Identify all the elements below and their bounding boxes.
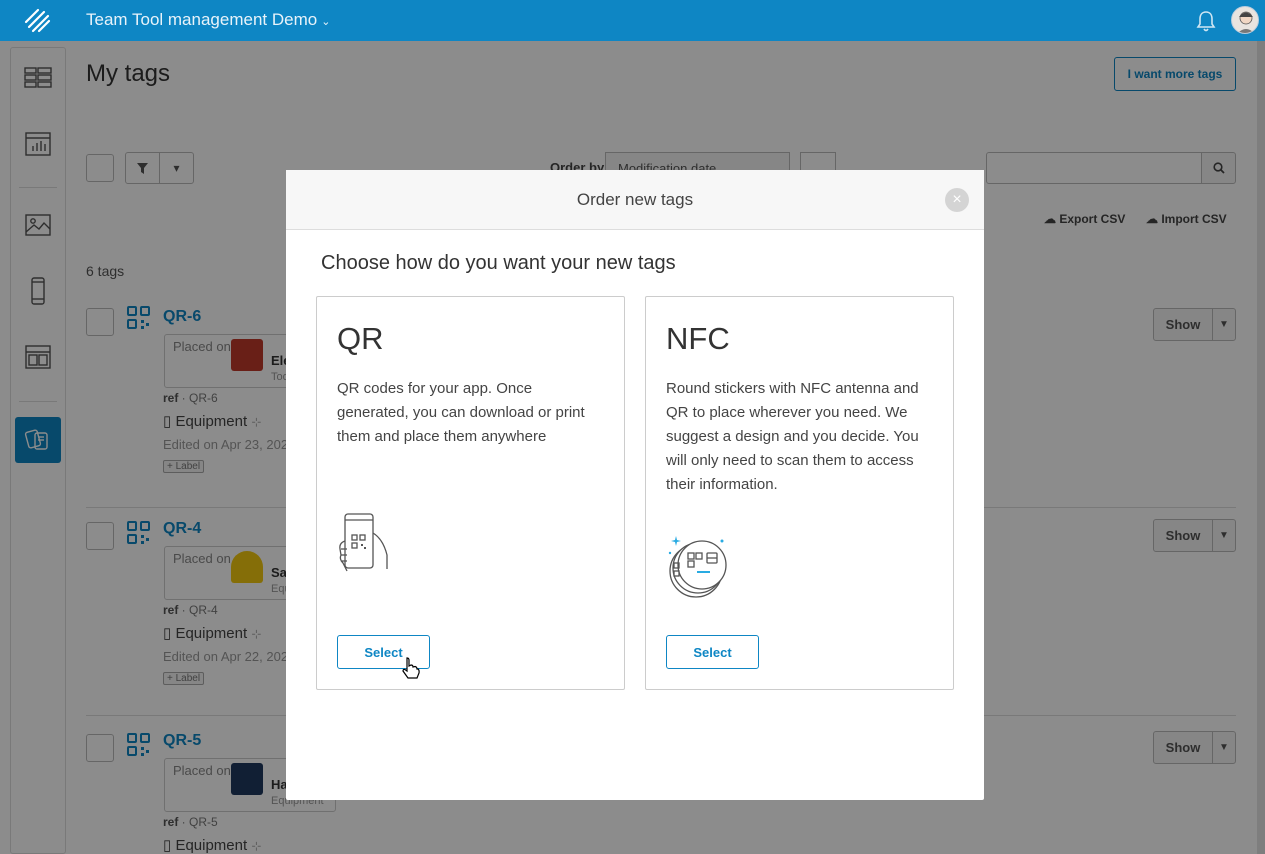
modal-header: Order new tags × bbox=[286, 170, 984, 230]
close-icon[interactable]: × bbox=[945, 188, 969, 212]
option-description: Round stickers with NFC antenna and QR t… bbox=[666, 380, 919, 493]
chevron-down-icon: ⌄ bbox=[321, 16, 331, 28]
order-tags-modal: Order new tags × Choose how do you want … bbox=[286, 170, 984, 800]
option-description: QR codes for your app. Once generated, y… bbox=[337, 380, 585, 445]
nfc-stickers-icon bbox=[668, 536, 727, 598]
user-avatar[interactable] bbox=[1231, 6, 1259, 34]
app-logo-icon[interactable] bbox=[22, 4, 52, 34]
nfc-option-card: NFC Round stickers with NFC antenna and … bbox=[645, 296, 954, 690]
hand-phone-qr-icon bbox=[339, 513, 388, 572]
workspace-title: Team Tool management Demo bbox=[86, 10, 318, 29]
mouse-cursor-icon bbox=[402, 657, 420, 679]
option-title: QR bbox=[337, 321, 384, 356]
qr-option-card: QR QR codes for your app. Once generated… bbox=[316, 296, 625, 690]
option-title: NFC bbox=[666, 321, 730, 356]
workspace-switcher[interactable]: Team Tool management Demo ⌄ bbox=[86, 10, 330, 30]
modal-subtitle: Choose how do you want your new tags bbox=[321, 252, 676, 274]
select-nfc-button[interactable]: Select bbox=[666, 635, 759, 669]
modal-title: Order new tags bbox=[576, 189, 694, 209]
top-bar: Team Tool management Demo ⌄ bbox=[0, 0, 1265, 41]
notifications-bell-icon[interactable] bbox=[1196, 10, 1216, 32]
